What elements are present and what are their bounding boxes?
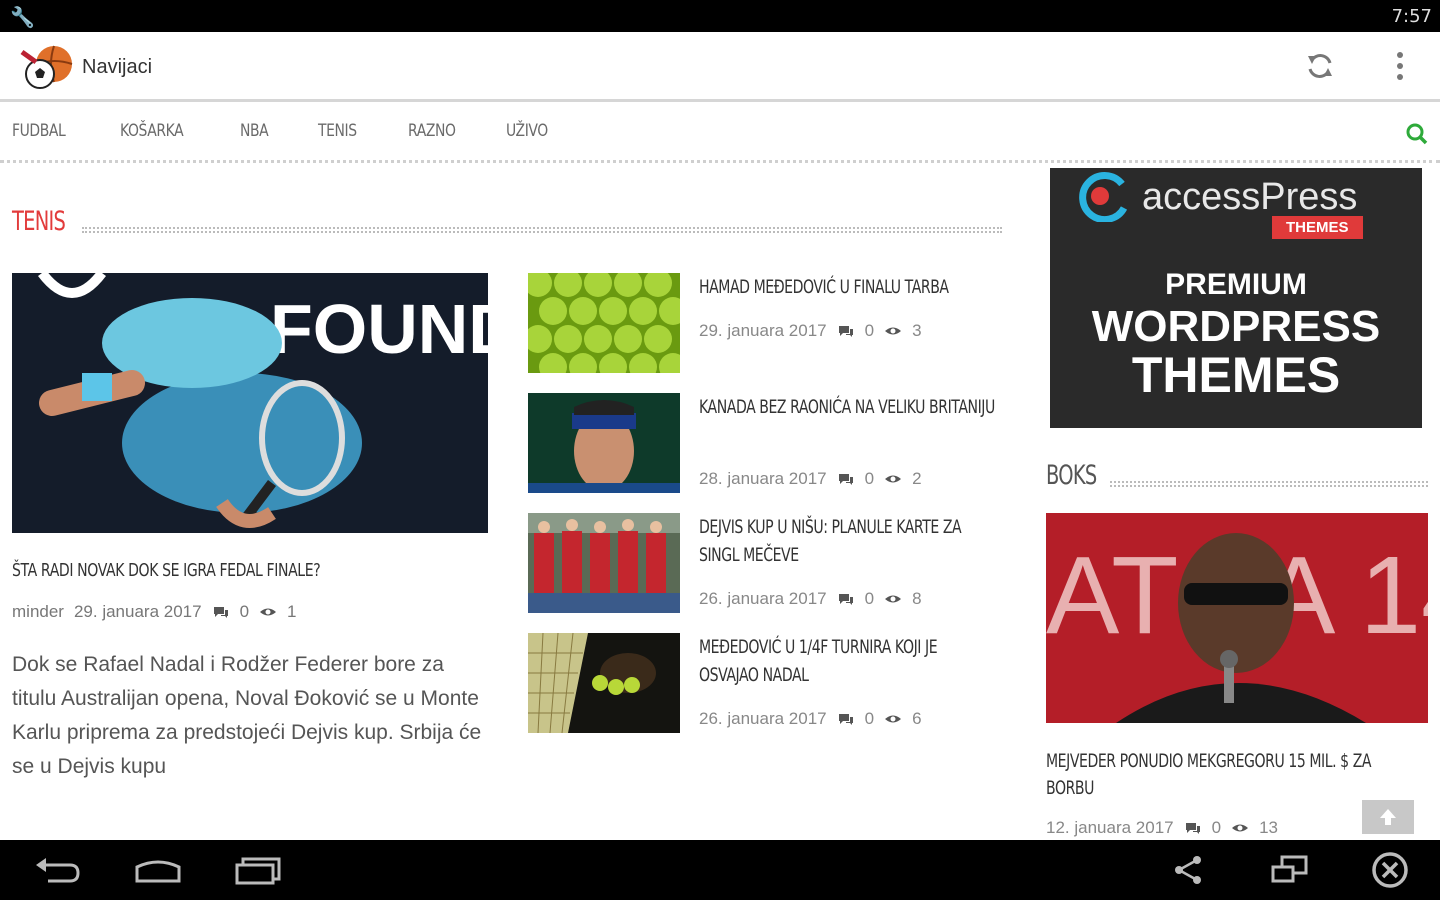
search-button[interactable] [1402, 119, 1432, 149]
news-thumbnail[interactable] [528, 273, 680, 373]
nav-item-nba[interactable]: NBA [240, 121, 269, 141]
boks-date: 12. januara 2017 [1046, 818, 1174, 837]
ad-brand: accessPress [1142, 176, 1358, 218]
section-title-tenis: TENIS [12, 206, 66, 237]
action-bar: Navijaci [0, 32, 1440, 102]
back-icon [36, 858, 80, 883]
hero-comments-count: 0 [239, 602, 250, 621]
boks-comments-count: 0 [1211, 818, 1222, 837]
news-title[interactable]: DEJVIS KUP U NIŠU: PLANULE KARTE ZA SING… [699, 513, 995, 569]
news-item[interactable]: DEJVIS KUP U NIŠU: PLANULE KARTE ZA SING… [528, 513, 1018, 613]
share-button[interactable] [1158, 850, 1218, 890]
news-item[interactable]: HAMAD MEĐEDOVIĆ U FINALU TARBA 29. janua… [528, 273, 1018, 373]
nav-item-uzivo[interactable]: UŽIVO [506, 121, 548, 141]
ad-brand-sub: THEMES [1272, 216, 1363, 239]
comments-icon [213, 607, 228, 618]
ad-headline-3: THEMES [1131, 347, 1341, 403]
boks-article-image[interactable]: AT JA 14 F [1046, 513, 1428, 723]
news-item[interactable]: MEĐEDOVIĆ U 1/4F TURNIRA KOJI JE OSVAJAO… [528, 633, 1018, 733]
share-icon [1175, 856, 1201, 884]
app-logo [18, 42, 74, 92]
screen-mirror-button[interactable] [1260, 850, 1320, 890]
nav-item-kosarka[interactable]: KOŠARKA [120, 121, 184, 141]
comments-icon [838, 326, 853, 337]
news-date: 26. januara 2017 [699, 709, 827, 728]
home-button[interactable] [128, 850, 188, 890]
status-clock: 7:57 [1391, 6, 1432, 27]
boks-views-count: 13 [1259, 818, 1278, 837]
comments-icon [838, 594, 853, 605]
views-icon [885, 327, 902, 335]
wrench-icon: 🔧 [10, 7, 35, 29]
news-views-count: 3 [912, 321, 922, 340]
views-icon [1232, 824, 1249, 832]
hero-views-count: 1 [287, 602, 297, 621]
section-divider [1110, 481, 1428, 487]
status-bar: 🔧 7:57 [0, 0, 1440, 32]
refresh-button[interactable] [1300, 46, 1340, 86]
hero-article-excerpt: Dok se Rafael Nadal i Rodžer Federer bor… [12, 653, 482, 778]
news-views-count: 2 [912, 469, 922, 488]
ad-headline-1: PREMIUM [1165, 268, 1307, 301]
comments-icon [838, 714, 853, 725]
news-title[interactable]: KANADA BEZ RAONIĆA NA VELIKU BRITANIJU [699, 393, 995, 421]
news-meta: 26. januara 2017 0 8 [699, 589, 922, 609]
news-title[interactable]: MEĐEDOVIĆ U 1/4F TURNIRA KOJI JE OSVAJAO… [699, 633, 995, 689]
accesspress-logo-icon [1079, 172, 1128, 222]
news-comments-count: 0 [864, 589, 875, 608]
hero-author: minder [12, 602, 64, 621]
news-meta: 26. januara 2017 0 6 [699, 709, 922, 729]
recent-apps-button[interactable] [228, 850, 288, 890]
recent-apps-icon [235, 857, 281, 885]
news-date: 28. januara 2017 [699, 469, 827, 488]
views-icon [885, 475, 902, 483]
views-icon [885, 715, 902, 723]
views-icon [885, 595, 902, 603]
news-meta: 29. januara 2017 0 3 [699, 321, 922, 341]
news-comments-count: 0 [864, 321, 875, 340]
comments-icon [838, 474, 853, 485]
hero-image-text: FOUND [270, 290, 488, 368]
close-icon [1372, 852, 1408, 888]
news-comments-count: 0 [864, 469, 875, 488]
news-meta: 28. januara 2017 0 2 [699, 469, 922, 489]
back-button[interactable] [28, 850, 88, 890]
system-nav-bar [0, 840, 1440, 900]
news-thumbnail[interactable] [528, 393, 680, 493]
category-nav: FUDBAL KOŠARKA NBA TENIS RAZNO UŽIVO [0, 105, 1440, 163]
search-icon [1406, 123, 1428, 145]
views-icon [260, 608, 277, 616]
home-icon [135, 860, 181, 883]
ad-headline-2: WORDPRESS [1091, 302, 1381, 351]
nav-item-fudbal[interactable]: FUDBAL [12, 121, 66, 141]
news-views-count: 8 [912, 589, 922, 608]
hero-article-title[interactable]: ŠTA RADI NOVAK DOK SE IGRA FEDAL FINALE? [12, 560, 321, 581]
screen-mirror-icon [1271, 855, 1308, 883]
news-thumbnail[interactable] [528, 513, 680, 613]
scroll-to-top-button[interactable] [1362, 800, 1414, 834]
news-views-count: 6 [912, 709, 922, 728]
app-title: Navijaci [82, 56, 153, 78]
news-item[interactable]: KANADA BEZ RAONIĆA NA VELIKU BRITANIJU 2… [528, 393, 1018, 493]
news-comments-count: 0 [864, 709, 875, 728]
sidebar-ad-banner[interactable]: accessPress THEMES PREMIUM WORDPRESS THE… [1050, 168, 1422, 428]
refresh-icon [1308, 54, 1332, 78]
close-button[interactable] [1360, 850, 1420, 890]
hero-article-meta: minder 29. januara 2017 0 1 [12, 602, 297, 622]
nav-item-razno[interactable]: RAZNO [408, 121, 456, 141]
comments-icon [1185, 823, 1200, 834]
arrow-up-icon [1380, 809, 1396, 825]
boks-article-title[interactable]: MEJVEDER PONUDIO MEKGREGORU 15 MIL. $ ZA… [1046, 748, 1401, 802]
news-thumbnail[interactable] [528, 633, 680, 733]
hero-date: 29. januara 2017 [73, 602, 202, 621]
nav-item-tenis[interactable]: TENIS [318, 121, 357, 141]
section-divider [82, 227, 1002, 233]
hero-article-image[interactable]: FOUND [12, 273, 488, 533]
news-title[interactable]: HAMAD MEĐEDOVIĆ U FINALU TARBA [699, 273, 995, 301]
section-title-boks: BOKS [1046, 460, 1097, 491]
overflow-menu-button[interactable] [1384, 46, 1416, 86]
boks-article-meta: 12. januara 2017 0 13 [1046, 818, 1278, 838]
news-date: 29. januara 2017 [699, 321, 827, 340]
news-date: 26. januara 2017 [699, 589, 827, 608]
